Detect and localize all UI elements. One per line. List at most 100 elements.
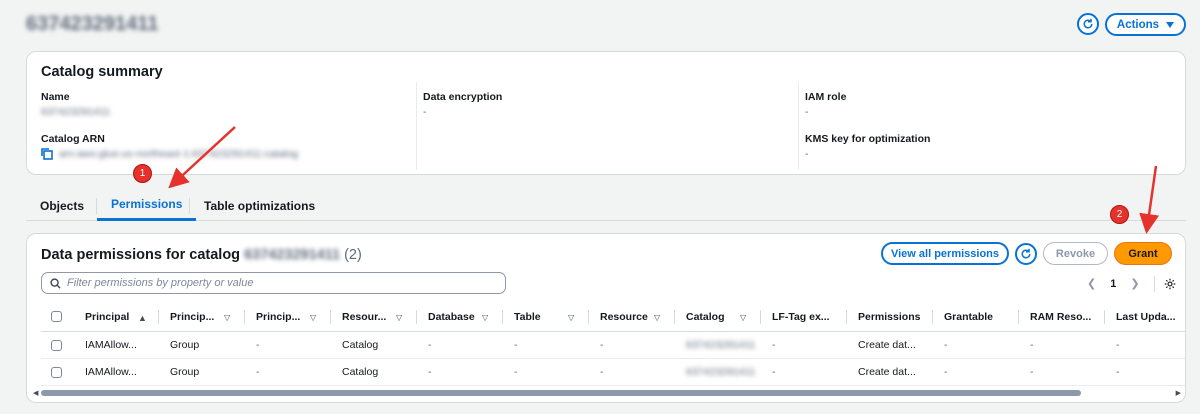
database-cell: - [428, 339, 432, 351]
arn-label: Catalog ARN [41, 133, 105, 145]
catalog-cell: 637423291411 [686, 339, 756, 351]
column-header[interactable]: Principal [85, 302, 129, 331]
sort-icon[interactable]: ▽ [224, 313, 230, 322]
resource-type-cell: Catalog [342, 366, 379, 378]
ram-resource-cell: - [1030, 366, 1034, 378]
kms-key-field: KMS key for optimization - [805, 133, 930, 160]
actions-button[interactable]: Actions [1105, 13, 1186, 36]
filter-input[interactable] [67, 277, 497, 289]
sort-ascending-icon[interactable]: ▲ [138, 313, 147, 323]
principal-type-cell: Group [170, 366, 200, 378]
column-header[interactable]: LF-Tag ex... [772, 302, 830, 331]
permissions-cell: Create dat... [858, 339, 916, 351]
principal-cell-2: - [256, 339, 260, 351]
principal-cell: IAMAllow... [85, 339, 137, 351]
sort-icon[interactable]: ▽ [396, 313, 402, 322]
filter-permissions-search[interactable] [41, 272, 506, 294]
permissions-title-text: Data permissions for catalog [41, 247, 241, 263]
table-row[interactable]: IAMAllow... Group - Catalog - - - 637423… [41, 359, 1185, 386]
page-title: 637423291411 [26, 13, 159, 35]
table-cell: - [514, 366, 518, 378]
tab-permissions[interactable]: Permissions [97, 190, 197, 221]
current-page[interactable]: 1 [1110, 278, 1116, 290]
iam-role-value: - [805, 106, 809, 118]
data-permissions-card: Data permissions for catalog 63742329141… [26, 233, 1186, 403]
revoke-button[interactable]: Revoke [1043, 242, 1108, 265]
name-field: Name 637423291411 [41, 91, 110, 118]
principal-cell: IAMAllow... [85, 366, 137, 378]
summary-title: Catalog summary [41, 64, 163, 80]
principal-cell-2: - [256, 366, 260, 378]
catalog-summary-card: Catalog summary Name 637423291411 Catalo… [26, 51, 1186, 175]
select-all-checkbox[interactable] [51, 311, 62, 322]
database-cell: - [428, 366, 432, 378]
horizontal-scrollbar[interactable]: ◀ ▶ [33, 389, 1181, 397]
column-header[interactable]: Table [514, 302, 541, 331]
actions-label: Actions [1116, 18, 1160, 31]
copy-icon[interactable] [41, 148, 53, 160]
scrollbar-thumb[interactable] [41, 390, 1081, 396]
lf-tag-cell: - [772, 339, 776, 351]
iam-role-field: IAM role - [805, 91, 846, 118]
column-header[interactable]: Catalog [686, 302, 725, 331]
column-header[interactable]: Resour... [342, 302, 386, 331]
arn-field: Catalog ARN arn:aws:glue:us-northeast-1:… [41, 133, 298, 160]
caret-down-icon [1166, 21, 1175, 28]
kms-key-value: - [805, 148, 809, 160]
row-checkbox[interactable] [51, 340, 62, 351]
encryption-field: Data encryption - [423, 91, 502, 118]
table-header-row: Principal ▲ Princip... ▽ Princip... ▽ Re… [41, 302, 1185, 332]
encryption-value: - [423, 106, 427, 118]
scroll-right-icon[interactable]: ▶ [1176, 389, 1181, 397]
encryption-label: Data encryption [423, 91, 503, 103]
tab-objects[interactable]: Objects [26, 190, 98, 221]
grantable-cell: - [944, 339, 948, 351]
tab-table-optimizations[interactable]: Table optimizations [190, 190, 329, 221]
column-header[interactable]: Database [428, 302, 475, 331]
sort-icon[interactable]: ▽ [310, 313, 316, 322]
sort-icon[interactable]: ▽ [568, 313, 574, 322]
name-value: 637423291411 [41, 106, 111, 118]
resource-type-cell: Catalog [342, 339, 379, 351]
refresh-icon [1083, 18, 1093, 29]
scroll-left-icon[interactable]: ◀ [33, 389, 38, 397]
column-header[interactable]: Grantable [944, 302, 993, 331]
column-header[interactable]: Permissions [858, 302, 920, 331]
kms-key-label: KMS key for optimization [805, 133, 931, 145]
ram-resource-cell: - [1030, 339, 1034, 351]
annotation-badge-2: 2 [1110, 205, 1129, 224]
permissions-title: Data permissions for catalog 63742329141… [41, 247, 362, 263]
view-all-permissions-button[interactable]: View all permissions [881, 242, 1009, 265]
principal-type-cell: Group [170, 339, 200, 351]
column-header[interactable]: RAM Reso... [1030, 302, 1091, 331]
permissions-cell: Create dat... [858, 366, 916, 378]
pagination: ❮ 1 ❯ [1087, 277, 1140, 291]
next-page-icon[interactable]: ❯ [1130, 277, 1139, 290]
sort-icon[interactable]: ▽ [654, 313, 660, 322]
refresh-icon [1021, 248, 1031, 259]
search-icon [50, 277, 61, 289]
permissions-catalog-id: 637423291411 [244, 247, 341, 263]
sort-icon[interactable]: ▽ [482, 313, 488, 322]
iam-role-label: IAM role [805, 91, 847, 103]
lf-tag-cell: - [772, 366, 776, 378]
table-row[interactable]: IAMAllow... Group - Catalog - - - 637423… [41, 332, 1185, 359]
catalog-cell: 637423291411 [686, 366, 756, 378]
column-header[interactable]: Princip... [170, 302, 214, 331]
column-header[interactable]: Resource [600, 302, 648, 331]
grant-button[interactable]: Grant [1114, 242, 1172, 265]
table-cell: - [514, 339, 518, 351]
refresh-button[interactable] [1077, 13, 1099, 35]
last-updated-cell: - [1116, 339, 1120, 351]
permissions-refresh-button[interactable] [1015, 243, 1037, 265]
row-checkbox[interactable] [51, 367, 62, 378]
gear-icon[interactable] [1164, 278, 1176, 290]
permissions-count: (2) [344, 247, 362, 263]
last-updated-cell: - [1116, 366, 1120, 378]
prev-page-icon[interactable]: ❮ [1087, 277, 1096, 290]
tab-bar: Objects Permissions Table optimizations [26, 190, 1186, 221]
sort-icon[interactable]: ▽ [740, 313, 746, 322]
column-header[interactable]: Princip... [256, 302, 300, 331]
column-header[interactable]: Last Upda... [1116, 302, 1176, 331]
resource-cell: - [600, 339, 604, 351]
